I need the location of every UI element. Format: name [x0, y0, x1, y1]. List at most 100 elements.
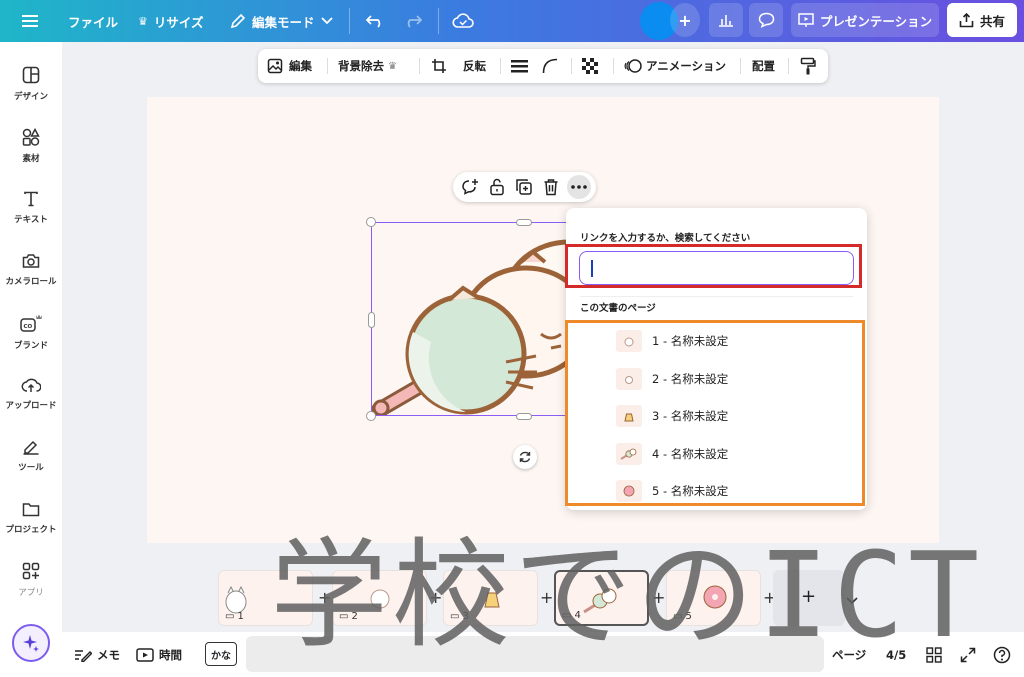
sidebar-item-elements[interactable]: 素材 [0, 116, 62, 176]
plus-icon: + [429, 588, 443, 607]
sidebar-item-label: デザイン [13, 92, 48, 102]
corner-rounding-icon [542, 58, 558, 74]
present-icon: ▭ [562, 610, 572, 621]
duplicate-icon [516, 179, 532, 195]
copy-style-button[interactable] [800, 49, 816, 83]
edit-image-button[interactable]: 編集 [267, 49, 312, 83]
line-weight-icon [511, 60, 528, 73]
page-number-label: 4 [574, 610, 581, 621]
arrange-button[interactable]: 配置 [752, 49, 775, 83]
sidebar-item-design[interactable]: デザイン [0, 54, 62, 114]
cloud-save-status[interactable] [452, 0, 474, 42]
sidebar-item-label: アプリ [18, 588, 44, 598]
left-sidebar: デザイン 素材 テキスト カメラロール CO ブランド アップロード ツール プ… [0, 42, 62, 677]
page-thumb-3[interactable]: ▭ 3 [443, 570, 538, 626]
fullscreen-button[interactable] [960, 632, 976, 677]
resize-handle-top-left[interactable] [366, 217, 376, 227]
notes-icon [75, 649, 92, 662]
more-options-button[interactable] [567, 175, 591, 199]
sparkle-icon [23, 635, 39, 652]
kana-toggle-button[interactable]: かな [205, 642, 237, 666]
transparency-button[interactable] [582, 49, 598, 83]
redo-button[interactable] [404, 0, 422, 42]
animation-button[interactable]: アニメーション [624, 49, 726, 83]
pencil-icon [230, 13, 246, 29]
menu-button[interactable] [22, 0, 38, 42]
page-number-label: 1 [237, 611, 244, 622]
page-thumb-1[interactable]: ▭ 1 [218, 570, 313, 626]
share-button[interactable]: 共有 [947, 3, 1017, 37]
sidebar-item-projects[interactable]: プロジェクト [0, 488, 62, 548]
comments-button[interactable] [749, 3, 783, 37]
add-page-tile[interactable]: + [773, 570, 845, 626]
notes-button[interactable]: メモ [74, 632, 120, 677]
image-edit-icon [267, 58, 283, 74]
page-thumb-4[interactable]: ▭ 4 [554, 570, 649, 626]
comment-add-icon [462, 179, 478, 195]
undo-button[interactable] [366, 0, 384, 42]
flip-button[interactable]: 反転 [463, 49, 486, 83]
present-label: プレゼンテーション [819, 13, 933, 29]
present-button[interactable]: プレゼンテーション [791, 3, 939, 37]
crop-icon [432, 59, 446, 73]
dango-thumbnail-icon [583, 588, 617, 614]
insights-button[interactable] [709, 3, 743, 37]
grid-icon [926, 646, 942, 663]
grid-view-button[interactable] [926, 632, 942, 677]
add-page-button[interactable]: + [540, 588, 553, 607]
file-menu[interactable]: ファイル [68, 0, 118, 42]
add-page-button[interactable]: + [429, 588, 442, 607]
sidebar-item-camera-roll[interactable]: カメラロール [0, 240, 62, 300]
plus-icon: + [318, 588, 332, 607]
divider [419, 58, 420, 74]
page-number: ▭ 4 [562, 610, 581, 621]
orange-highlight-box [565, 320, 865, 506]
sidebar-item-brand[interactable]: CO ブランド [0, 302, 62, 362]
lock-button[interactable] [485, 175, 509, 199]
edit-mode-dropdown[interactable]: 編集モード [230, 0, 333, 42]
help-icon [993, 646, 1011, 663]
delete-button[interactable] [539, 175, 563, 199]
divider [500, 58, 501, 74]
crown-icon: ♛ [388, 60, 397, 72]
sidebar-item-label: カメラロール [5, 277, 57, 287]
timer-button[interactable]: 時間 [136, 632, 182, 677]
add-comment-button[interactable] [458, 175, 482, 199]
add-page-button[interactable]: + [318, 588, 331, 607]
resize-handle-left[interactable] [368, 312, 375, 328]
sidebar-item-upload[interactable]: アップロード [0, 364, 62, 424]
corner-radius-button[interactable] [542, 49, 558, 83]
divider [613, 58, 614, 74]
sidebar-item-tools[interactable]: ツール [0, 426, 62, 486]
bg-remove-button[interactable]: 背景除去 ♛ [338, 49, 397, 83]
bar-chart-icon [719, 15, 733, 27]
page-number: ▭ 3 [450, 611, 469, 622]
section-title: この文書のページ [580, 303, 656, 314]
sidebar-item-apps[interactable]: アプリ [0, 550, 62, 610]
present-icon [798, 12, 814, 27]
resize-handle-top[interactable] [516, 219, 532, 226]
page-thumb-2[interactable]: ▭ 2 [332, 570, 427, 626]
magic-assistant-button[interactable] [12, 624, 50, 662]
page-number: ▭ 2 [339, 611, 358, 622]
resize-handle-bottom[interactable] [516, 413, 532, 420]
rotate-handle[interactable] [513, 445, 537, 469]
resize-handle-bottom-left[interactable] [366, 411, 376, 421]
help-button[interactable] [993, 632, 1011, 677]
border-style-button[interactable] [511, 49, 528, 83]
add-page-button[interactable]: + [652, 588, 665, 607]
undo-icon [366, 15, 381, 28]
divider [327, 58, 328, 74]
crop-button[interactable] [431, 49, 447, 83]
sidebar-item-text[interactable]: テキスト [0, 178, 62, 238]
page-thumb-5[interactable]: ▭ 5 [666, 570, 761, 626]
add-collaborator-button[interactable]: + [670, 3, 700, 37]
expand-pages-button[interactable] [846, 590, 858, 609]
ime-candidate-bar[interactable] [246, 636, 824, 672]
page-label-button[interactable]: ページ [832, 632, 866, 677]
resize-button[interactable]: ♛ リサイズ [138, 0, 204, 42]
duplicate-button[interactable] [512, 175, 536, 199]
file-label: ファイル [68, 14, 119, 30]
present-icon: ▭ [225, 611, 235, 622]
page-thumbnail-strip: ▭ 1 + ▭ 2 + ▭ 3 + ▭ 4 + ▭ 5 + + [218, 570, 873, 626]
